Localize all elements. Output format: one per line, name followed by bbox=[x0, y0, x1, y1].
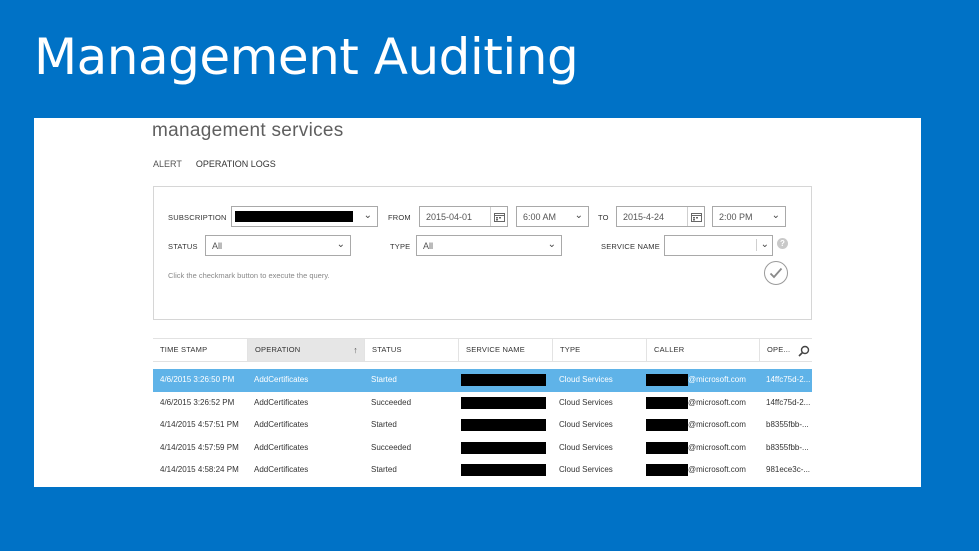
cell-caller-domain: @microsoft.com bbox=[688, 465, 746, 475]
tab-alert[interactable]: ALERT bbox=[153, 159, 182, 169]
calendar-icon[interactable] bbox=[687, 207, 704, 226]
type-value: All bbox=[423, 241, 434, 251]
status-select[interactable]: All ⌄ bbox=[205, 235, 351, 256]
from-time-select[interactable]: 6:00 AM ⌄ bbox=[516, 206, 589, 227]
grid-header: TIME STAMP OPERATION ↑ STATUS SERVICE NA… bbox=[153, 338, 812, 362]
cell-timestamp: 4/6/2015 3:26:50 PM bbox=[160, 375, 235, 384]
cell-caller-domain: @microsoft.com bbox=[688, 375, 746, 384]
cell-status: Started bbox=[371, 420, 397, 430]
slide-title: Management Auditing bbox=[34, 28, 579, 86]
table-row[interactable]: 4/14/2015 4:57:51 PM AddCertificates Sta… bbox=[153, 414, 812, 437]
cell-operation-id: 981ece3c-... bbox=[766, 465, 811, 475]
cell-caller-domain: @microsoft.com bbox=[688, 420, 746, 430]
cell-type: Cloud Services bbox=[559, 465, 613, 475]
chevron-down-icon: ⌄ bbox=[547, 239, 556, 250]
redacted-service-name bbox=[461, 396, 546, 409]
table-row[interactable]: 4/6/2015 3:26:52 PM AddCertificates Succ… bbox=[153, 392, 812, 415]
subscription-label: SUBSCRIPTION bbox=[168, 213, 227, 222]
redacted-service-name bbox=[461, 464, 546, 477]
cell-operation-id: 14ffc75d-2... bbox=[766, 397, 811, 407]
cell-operation: AddCertificates bbox=[254, 442, 309, 452]
cell-operation: AddCertificates bbox=[254, 375, 309, 384]
cell-operation-id: 14ffc75d-2... bbox=[766, 375, 811, 384]
from-label: FROM bbox=[388, 213, 411, 222]
calendar-icon[interactable] bbox=[490, 207, 507, 226]
status-value: All bbox=[212, 241, 223, 251]
to-date-value: 2015-4-24 bbox=[623, 212, 665, 222]
help-icon[interactable]: ? bbox=[777, 238, 788, 249]
service-name-select[interactable]: ⌄ bbox=[664, 235, 773, 256]
from-date-input[interactable]: 2015-04-01 bbox=[419, 206, 508, 227]
cell-timestamp: 4/14/2015 4:57:59 PM bbox=[160, 442, 239, 452]
type-label: TYPE bbox=[390, 242, 411, 251]
cell-status: Started bbox=[371, 375, 397, 384]
chevron-down-icon: ⌄ bbox=[755, 239, 769, 251]
cell-caller-domain: @microsoft.com bbox=[688, 442, 746, 452]
operation-logs-grid: TIME STAMP OPERATION ↑ STATUS SERVICE NA… bbox=[153, 338, 812, 482]
cell-timestamp: 4/6/2015 3:26:52 PM bbox=[160, 397, 235, 407]
portal-screenshot: management services ALERT OPERATION LOGS… bbox=[34, 118, 921, 487]
to-label: TO bbox=[598, 213, 609, 222]
query-panel: SUBSCRIPTION ⌄ FROM 2015-04-01 6:00 AM ⌄… bbox=[153, 186, 812, 320]
to-date-input[interactable]: 2015-4-24 bbox=[616, 206, 705, 227]
column-header-status[interactable]: STATUS bbox=[364, 339, 458, 361]
column-header-caller[interactable]: CALLER bbox=[646, 339, 759, 361]
cell-type: Cloud Services bbox=[559, 420, 613, 430]
cell-timestamp: 4/14/2015 4:57:51 PM bbox=[160, 420, 239, 430]
status-label: STATUS bbox=[168, 242, 198, 251]
cell-status: Succeeded bbox=[371, 397, 412, 407]
redacted-service-name bbox=[461, 374, 546, 386]
column-header-operation-id[interactable]: OPE... bbox=[759, 339, 793, 361]
cell-type: Cloud Services bbox=[559, 375, 613, 384]
column-header-type[interactable]: TYPE bbox=[552, 339, 646, 361]
column-header-time-stamp[interactable]: TIME STAMP bbox=[153, 339, 247, 361]
service-name-label: SERVICE NAME bbox=[601, 242, 660, 251]
cell-operation: AddCertificates bbox=[254, 397, 309, 407]
redacted-service-name bbox=[461, 419, 546, 432]
redacted-subscription bbox=[235, 211, 353, 222]
cell-operation-id: b8355fbb-... bbox=[766, 442, 809, 452]
table-row[interactable]: 4/14/2015 4:58:24 PM AddCertificates Sta… bbox=[153, 459, 812, 482]
subscription-select[interactable]: ⌄ bbox=[231, 206, 378, 227]
column-header-operation-label: OPERATION bbox=[255, 345, 301, 354]
cell-operation-id: b8355fbb-... bbox=[766, 420, 809, 430]
cell-type: Cloud Services bbox=[559, 397, 613, 407]
cell-type: Cloud Services bbox=[559, 442, 613, 452]
to-time-select[interactable]: 2:00 PM ⌄ bbox=[712, 206, 786, 227]
chevron-down-icon: ⌄ bbox=[363, 210, 372, 221]
cell-operation: AddCertificates bbox=[254, 465, 309, 475]
cell-status: Started bbox=[371, 465, 397, 475]
redacted-service-name bbox=[461, 441, 546, 454]
execute-query-button[interactable] bbox=[764, 261, 788, 285]
cell-operation: AddCertificates bbox=[254, 420, 309, 430]
search-icon[interactable] bbox=[798, 344, 810, 362]
cell-status: Succeeded bbox=[371, 442, 412, 452]
query-hint: Click the checkmark button to execute th… bbox=[168, 271, 330, 280]
to-time-value: 2:00 PM bbox=[719, 212, 753, 222]
checkmark-icon bbox=[769, 267, 783, 279]
from-time-value: 6:00 AM bbox=[523, 212, 557, 222]
sort-up-arrow-icon: ↑ bbox=[353, 345, 358, 355]
chevron-down-icon: ⌄ bbox=[771, 210, 780, 221]
grid-body: 4/6/2015 3:26:50 PM AddCertificates Star… bbox=[153, 369, 812, 482]
column-header-operation[interactable]: OPERATION ↑ bbox=[247, 339, 364, 361]
table-row[interactable]: 4/14/2015 4:57:59 PM AddCertificates Suc… bbox=[153, 437, 812, 460]
cell-timestamp: 4/14/2015 4:58:24 PM bbox=[160, 465, 239, 475]
chevron-down-icon: ⌄ bbox=[336, 239, 345, 250]
tab-operation-logs[interactable]: OPERATION LOGS bbox=[196, 159, 276, 169]
type-select[interactable]: All ⌄ bbox=[416, 235, 562, 256]
chevron-down-icon: ⌄ bbox=[574, 210, 583, 221]
column-header-service-name[interactable]: SERVICE NAME bbox=[458, 339, 552, 361]
from-date-value: 2015-04-01 bbox=[426, 212, 473, 222]
tab-bar: ALERT OPERATION LOGS bbox=[153, 159, 276, 169]
app-title: management services bbox=[152, 120, 344, 141]
cell-caller-domain: @microsoft.com bbox=[688, 397, 746, 407]
table-row[interactable]: 4/6/2015 3:26:50 PM AddCertificates Star… bbox=[153, 369, 812, 392]
